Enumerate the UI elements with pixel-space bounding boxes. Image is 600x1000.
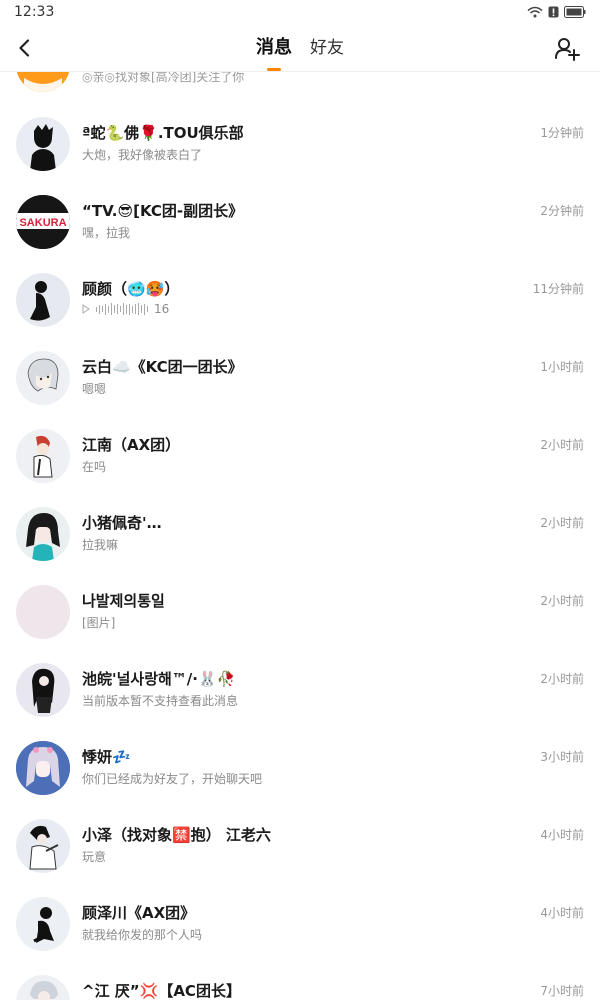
conversation-row[interactable]: SAKURA “TV.😎[KC团-副团长》 嘿，拉我 2分钟前 <box>0 183 600 261</box>
avatar <box>16 975 70 1000</box>
waveform-icon <box>96 303 148 315</box>
message-time: 11分钟前 <box>532 282 584 296</box>
message-time: 2小时前 <box>540 672 584 686</box>
active-tab-indicator <box>267 68 281 71</box>
message-preview: 嗯嗯 <box>82 382 107 396</box>
voice-duration: 16 <box>154 302 170 316</box>
message-time: 2小时前 <box>540 594 584 608</box>
avatar <box>16 72 70 92</box>
avatar-image <box>33 435 53 478</box>
contact-name: 顾泽川《AX团》 <box>82 904 196 922</box>
contact-name: 나발제의통일 <box>82 592 165 610</box>
status-icons <box>527 6 586 18</box>
message-time: 1分钟前 <box>540 126 584 140</box>
contact-name: 小猪佩奇'… <box>82 514 162 532</box>
nav-bar: 消息 好友 <box>0 24 600 72</box>
tab-friends-label: 好友 <box>310 38 344 58</box>
avatar <box>16 663 70 717</box>
avatar <box>16 273 70 327</box>
tab-messages[interactable]: 消息 <box>256 24 292 72</box>
conversation-row[interactable]: ^江 厌”💢【AC团长】 7小时前 <box>0 963 600 1000</box>
avatar-image <box>29 825 59 870</box>
conversation-row[interactable]: 顾颜（🥶🥵） 16 11分钟前 <box>0 261 600 339</box>
conversation-row[interactable]: 小泽（找对象🈲抱） 江老六 玩意 4小时前 <box>0 807 600 885</box>
avatar: SAKURA <box>16 195 70 249</box>
message-time: 1小时前 <box>540 360 584 374</box>
avatar-image <box>32 668 55 713</box>
message-preview: 嘿，拉我 <box>82 226 131 240</box>
message-preview: 当前版本暂不支持查看此消息 <box>82 694 239 708</box>
conversation-row[interactable]: 顾泽川《AX团》 就我给你发的那个人吗 4小时前 <box>0 885 600 963</box>
message-preview: ◎亲◎找对象[高冷团]关注了你 <box>82 72 245 84</box>
message-preview: 在吗 <box>82 460 107 474</box>
avatar <box>16 351 70 405</box>
contact-name: ^江 厌”💢【AC团长】 <box>82 982 241 1000</box>
message-preview: 拉我嘛 <box>82 538 119 552</box>
add-friend-button[interactable] <box>554 36 580 62</box>
avatar-image <box>30 124 56 171</box>
alert-icon <box>548 6 559 18</box>
avatar-image <box>27 358 59 392</box>
conversation-row-partial[interactable]: ◎亲◎找对象[高冷团]关注了你 <box>0 72 600 104</box>
conversation-row[interactable]: 江南（AX团） 在吗 2小时前 <box>0 417 600 495</box>
avatar-image <box>33 907 54 943</box>
conversation-row[interactable]: 悸妍💤 你们已经成为好友了，开始聊天吧 3小时前 <box>0 729 600 807</box>
avatar-image <box>30 281 50 321</box>
avatar <box>16 429 70 483</box>
message-time: 2小时前 <box>540 438 584 452</box>
avatar <box>16 117 70 171</box>
avatar <box>16 897 70 951</box>
voice-message-preview: 16 <box>82 302 169 316</box>
avatar <box>16 507 70 561</box>
wifi-icon <box>527 6 543 18</box>
status-bar: 12:33 <box>0 0 600 24</box>
contact-name: ª蛇🐍佛🌹.TOU俱乐部 <box>82 124 244 142</box>
conversation-row[interactable]: 云白☁️《KC团一团长》 嗯嗯 1小时前 <box>0 339 600 417</box>
message-time: 7小时前 <box>540 984 584 998</box>
message-preview: 大炮，我好像被表白了 <box>82 148 203 162</box>
avatar-image <box>26 513 60 561</box>
contact-name: 江南（AX团） <box>82 436 181 454</box>
message-preview: 玩意 <box>82 850 107 864</box>
avatar <box>16 741 70 795</box>
message-time: 4小时前 <box>540 828 584 842</box>
tab-messages-label: 消息 <box>256 37 292 58</box>
avatar-image <box>30 981 58 1000</box>
contact-name: 云白☁️《KC团一团长》 <box>82 358 243 376</box>
message-time: 2小时前 <box>540 516 584 530</box>
avatar-image <box>16 741 70 795</box>
message-time: 2分钟前 <box>540 204 584 218</box>
message-preview: 你们已经成为好友了，开始聊天吧 <box>82 772 263 786</box>
contact-name: 池皖'널사랑해™/·🐰🥀 <box>82 670 236 688</box>
conversation-list[interactable]: ◎亲◎找对象[高冷团]关注了你 ª蛇🐍佛🌹.TOU俱乐部 大炮，我好像被表白了 … <box>0 72 600 1000</box>
contact-name: 悸妍💤 <box>82 748 131 766</box>
avatar <box>16 819 70 873</box>
avatar-image <box>16 72 70 92</box>
message-time: 4小时前 <box>540 906 584 920</box>
battery-icon <box>564 6 586 18</box>
avatar <box>16 585 70 639</box>
conversation-row[interactable]: 나발제의통일 [图片] 2小时前 <box>0 573 600 651</box>
add-user-icon <box>555 38 580 61</box>
contact-name: 小泽（找对象🈲抱） 江老六 <box>82 826 271 844</box>
conversation-row[interactable]: ª蛇🐍佛🌹.TOU俱乐部 大炮，我好像被表白了 1分钟前 <box>0 105 600 183</box>
conversation-row[interactable]: 小猪佩奇'… 拉我嘛 2小时前 <box>0 495 600 573</box>
avatar-image: SAKURA <box>16 195 70 249</box>
contact-name: 顾颜（🥶🥵） <box>82 280 180 298</box>
tab-friends[interactable]: 好友 <box>310 24 344 72</box>
conversation-row[interactable]: 池皖'널사랑해™/·🐰🥀 当前版本暂不支持查看此消息 2小时前 <box>0 651 600 729</box>
message-preview: 就我给你发的那个人吗 <box>82 928 203 942</box>
status-time: 12:33 <box>14 4 55 20</box>
play-icon <box>82 304 90 314</box>
tab-bar: 消息 好友 <box>0 24 600 72</box>
contact-name: “TV.😎[KC团-副团长》 <box>82 202 244 220</box>
message-time: 3小时前 <box>540 750 584 764</box>
avatar-text: SAKURA <box>19 217 66 229</box>
message-preview: [图片] <box>82 616 116 630</box>
